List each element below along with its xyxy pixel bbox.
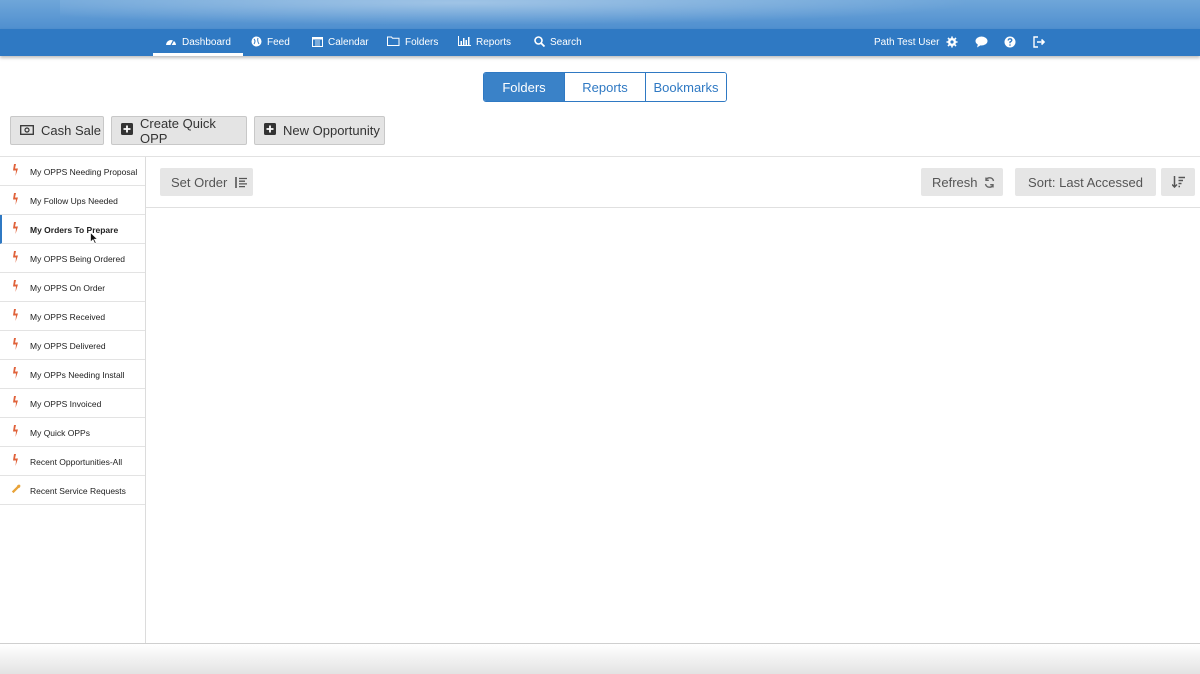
sidebar-item-needing-proposal[interactable]: My OPPS Needing Proposal xyxy=(0,157,145,186)
nav-feed-label: Feed xyxy=(267,37,290,48)
sidebar-item-label: My OPPS On Order xyxy=(30,283,106,293)
user-menu[interactable]: Path Test User xyxy=(874,29,939,56)
sidebar-item-label: My Quick OPPs xyxy=(30,428,90,438)
lightning-icon xyxy=(13,193,18,205)
new-opportunity-label: New Opportunity xyxy=(283,123,380,138)
sidebar-item-label: My OPPS Needing Proposal xyxy=(30,167,138,177)
sidebar-item-delivered[interactable]: My OPPS Delivered xyxy=(0,331,145,360)
gear-icon[interactable] xyxy=(945,35,959,49)
create-quick-opp-label: Create Quick OPP xyxy=(140,115,216,146)
nav-feed[interactable]: Feed xyxy=(251,29,290,56)
nav-reports[interactable]: Reports xyxy=(458,29,511,56)
sidebar-item-on-order[interactable]: My OPPS On Order xyxy=(0,273,145,302)
sidebar-item-being-ordered[interactable]: My OPPS Being Ordered xyxy=(0,244,145,273)
footer-bar xyxy=(0,644,1200,674)
lightning-icon xyxy=(13,280,18,292)
cash-icon xyxy=(20,123,41,138)
nav-calendar-label: Calendar xyxy=(328,37,369,48)
mouse-cursor-icon xyxy=(90,232,98,244)
cash-sale-label: Cash Sale xyxy=(41,123,101,138)
calendar-icon xyxy=(312,36,328,50)
folder-sidebar: My OPPS Needing Proposal My Follow Ups N… xyxy=(0,157,146,643)
lightning-icon xyxy=(13,425,18,437)
lightning-icon xyxy=(13,164,18,176)
tab-folders[interactable]: Folders xyxy=(484,73,565,101)
logout-icon[interactable] xyxy=(1032,35,1046,49)
bar-chart-icon xyxy=(458,36,476,49)
sidebar-item-orders-to-prepare[interactable]: My Orders To Prepare xyxy=(0,215,145,244)
nav-calendar[interactable]: Calendar xyxy=(312,29,369,56)
lightning-icon xyxy=(13,338,18,350)
sidebar-item-recent-opportunities[interactable]: Recent Opportunities-All xyxy=(0,447,145,476)
refresh-icon xyxy=(984,176,995,188)
sidebar-item-invoiced[interactable]: My OPPS Invoiced xyxy=(0,389,145,418)
sort-direction-button[interactable] xyxy=(1161,168,1195,196)
cash-sale-button[interactable]: Cash Sale xyxy=(10,116,104,145)
list-order-icon xyxy=(235,176,248,188)
sidebar-item-recent-service-requests[interactable]: Recent Service Requests xyxy=(0,476,145,505)
lightning-icon xyxy=(13,396,18,408)
help-icon[interactable] xyxy=(1003,35,1017,49)
sidebar-item-needing-install[interactable]: My OPPs Needing Install xyxy=(0,360,145,389)
chat-icon[interactable] xyxy=(974,35,988,49)
view-tabs: Folders Reports Bookmarks xyxy=(483,72,727,102)
dashboard-icon xyxy=(165,36,182,49)
lightning-icon xyxy=(13,222,18,234)
sidebar-item-received[interactable]: My OPPS Received xyxy=(0,302,145,331)
nav-folders-label: Folders xyxy=(405,37,439,48)
nav-dashboard-label: Dashboard xyxy=(182,37,231,48)
tab-reports[interactable]: Reports xyxy=(565,73,646,101)
sidebar-item-label: Recent Opportunities-All xyxy=(30,457,123,467)
lightning-icon xyxy=(13,367,18,379)
banner-glow xyxy=(60,0,1060,29)
sidebar-item-quick-opps[interactable]: My Quick OPPs xyxy=(0,418,145,447)
sidebar-item-label: My Follow Ups Needed xyxy=(30,196,118,206)
sidebar-item-label: My OPPS Delivered xyxy=(30,341,106,351)
nav-search-label: Search xyxy=(550,37,582,48)
set-order-label: Set Order xyxy=(171,174,228,190)
top-banner xyxy=(0,0,1200,29)
lightning-icon xyxy=(13,454,18,466)
new-opportunity-button[interactable]: New Opportunity xyxy=(254,116,385,145)
sidebar-item-label: My Orders To Prepare xyxy=(30,225,119,235)
lightning-icon xyxy=(13,251,18,263)
sort-desc-icon xyxy=(1171,176,1185,188)
sidebar-item-label: My OPPs Needing Install xyxy=(30,370,125,380)
folder-icon xyxy=(387,36,405,49)
create-quick-opp-button[interactable]: Create Quick OPP xyxy=(111,115,247,146)
divider xyxy=(0,156,1200,157)
user-name: Path Test User xyxy=(874,37,940,48)
sort-label: Sort: Last Accessed xyxy=(1028,174,1143,190)
refresh-label: Refresh xyxy=(932,174,978,190)
sidebar-item-follow-ups-needed[interactable]: My Follow Ups Needed xyxy=(0,186,145,215)
nav-dashboard[interactable]: Dashboard xyxy=(153,29,243,56)
content-divider xyxy=(146,207,1200,208)
sidebar-item-label: My OPPS Invoiced xyxy=(30,399,102,409)
sidebar-item-label: My OPPS Received xyxy=(30,312,106,322)
sort-dropdown[interactable]: Sort: Last Accessed xyxy=(1015,168,1156,196)
set-order-button[interactable]: Set Order xyxy=(160,168,253,196)
nav-search[interactable]: Search xyxy=(534,29,582,56)
refresh-button[interactable]: Refresh xyxy=(921,168,1003,196)
globe-icon xyxy=(251,36,267,50)
plus-square-icon xyxy=(121,123,140,138)
tab-bookmarks[interactable]: Bookmarks xyxy=(646,73,726,101)
nav-reports-label: Reports xyxy=(476,37,512,48)
search-icon xyxy=(534,35,550,50)
plus-square-icon xyxy=(264,123,283,138)
nav-folders[interactable]: Folders xyxy=(387,29,438,56)
sidebar-item-label: My OPPS Being Ordered xyxy=(30,254,125,264)
sidebar-item-label: Recent Service Requests xyxy=(30,486,126,496)
main-navbar: Dashboard Feed Calendar Folders Reports … xyxy=(0,29,1200,56)
lightning-icon xyxy=(13,309,18,321)
wrench-icon xyxy=(11,484,21,494)
